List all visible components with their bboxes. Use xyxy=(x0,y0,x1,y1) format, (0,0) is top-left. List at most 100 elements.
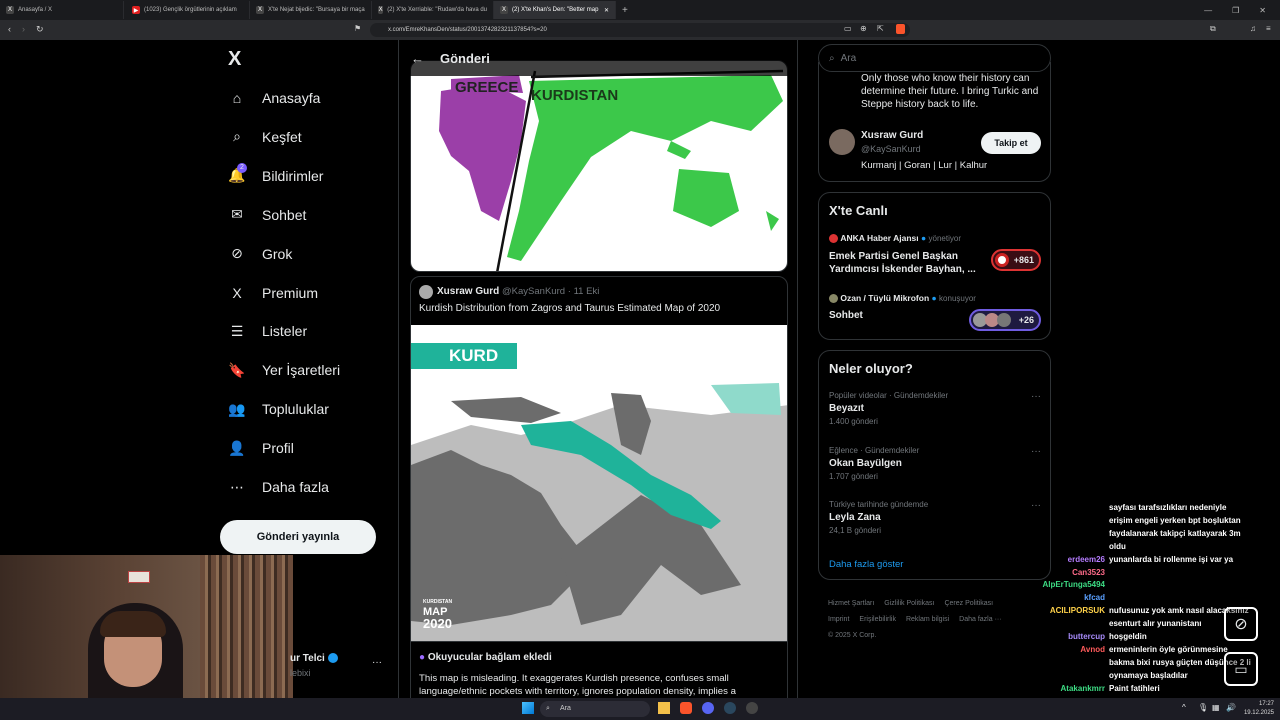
network-icon[interactable]: ▦ xyxy=(1212,703,1220,712)
more-icon: ⋯ xyxy=(230,478,244,495)
sidebar-item-label: Keşfet xyxy=(262,128,302,145)
mail-icon: ✉ xyxy=(231,206,243,223)
tab-youtube[interactable]: ▶ (1023) Gençlik örgütlerinin açıklam xyxy=(126,1,250,19)
footer-link[interactable]: Erişilebilirlik xyxy=(859,616,896,623)
home-icon: ⌂ xyxy=(232,90,242,106)
x-logo[interactable]: X xyxy=(228,48,241,71)
account-handle: lebixi xyxy=(290,668,311,678)
account-name[interactable]: ur Telci xyxy=(290,653,338,664)
sidebar-item-3[interactable]: ✉ Sohbet xyxy=(228,203,306,227)
sidebar-item-6[interactable]: ☰ Listeler xyxy=(228,319,307,343)
share-icon[interactable]: ⇱ xyxy=(877,24,884,33)
zoom-icon[interactable]: ⊕ xyxy=(860,24,867,33)
taskbar-search[interactable]: ⌕ Ara xyxy=(540,701,650,717)
sidebar-item-5[interactable]: X Premium xyxy=(228,281,318,305)
kurd-map-svg xyxy=(411,383,787,641)
verified-icon: ● xyxy=(921,233,927,243)
screen-icon[interactable]: ▭ xyxy=(844,24,852,33)
url-field[interactable]: x.com/EmreKhansDen/status/20013742823211… xyxy=(370,23,910,37)
avatar[interactable] xyxy=(829,129,855,155)
trends-title: Neler oluyor? xyxy=(829,361,913,376)
post-button[interactable]: Gönderi yayınla xyxy=(220,520,376,554)
footer-link[interactable]: Reklam bilgisi xyxy=(906,616,949,623)
footer-link[interactable]: Çerez Politikası xyxy=(944,600,993,607)
follow-name[interactable]: Xusraw Gurd xyxy=(861,130,923,141)
live-item-1-count[interactable]: +861 xyxy=(991,249,1041,271)
extensions-icon[interactable]: ⧉ xyxy=(1210,24,1216,34)
windows-start-icon[interactable] xyxy=(522,702,534,714)
back-arrow-icon[interactable]: ← xyxy=(411,51,424,66)
bookmark-page-icon[interactable]: ⚑ xyxy=(354,24,361,33)
footer-link[interactable]: Daha fazla ··· xyxy=(959,616,1001,623)
verified-icon xyxy=(327,653,338,664)
sidebar-item-label: Profil xyxy=(262,440,294,457)
show-more-link[interactable]: Daha fazla göster xyxy=(829,559,903,570)
live-item-2-count[interactable]: +26 xyxy=(969,309,1041,331)
map-image-2[interactable]: KURD KURDISTAN MAP 2020 xyxy=(411,325,787,641)
folder-icon[interactable] xyxy=(658,702,670,714)
avatar xyxy=(995,253,1009,267)
brave-icon[interactable] xyxy=(680,702,692,714)
sidebar-item-1[interactable]: ⌕ Keşfet xyxy=(228,125,302,149)
trend-meta: Türkiye tarihinde gündemde xyxy=(829,500,929,509)
footer-link[interactable]: Imprint xyxy=(828,616,849,623)
live-item-1-text[interactable]: Emek Partisi Genel Başkan Yardımcısı İsk… xyxy=(829,250,979,276)
reload-icon[interactable]: ↻ xyxy=(36,24,44,35)
quoted-text: Kurdish Distribution from Zagros and Tau… xyxy=(419,303,721,314)
new-tab-button[interactable]: + xyxy=(616,1,634,19)
trend-item[interactable]: Türkiye tarihinde gündemde Leyla Zana 24,1… xyxy=(829,500,1041,546)
tab-khans-den[interactable]: X (2) X'te Khan's Den: "Better map ✕ xyxy=(494,1,616,19)
people-icon: ● xyxy=(419,652,426,663)
clock[interactable]: 17:27 19.12.2025 xyxy=(1240,700,1274,718)
follow-button[interactable]: Takip et xyxy=(981,132,1041,154)
steam-icon[interactable] xyxy=(724,702,736,714)
quoted-post[interactable]: Xusraw Gurd @KaySanKurd · 11 Eki Kurdish… xyxy=(410,276,788,720)
sidebar-item-0[interactable]: ⌂ Anasayfa xyxy=(228,86,321,110)
sidebar-item-9[interactable]: 👤 Profil xyxy=(228,436,294,460)
sidebar-item-4[interactable]: ⊘ Grok xyxy=(228,242,292,266)
trend-item[interactable]: Eğlence · Gündemdekiler Okan Bayülgen 1.70… xyxy=(829,446,1041,492)
island-shape xyxy=(667,141,691,159)
more-icon[interactable]: ··· xyxy=(1031,446,1041,457)
people-icon: 👥 xyxy=(228,400,246,417)
media-icon[interactable]: ♫ xyxy=(1250,24,1256,33)
tab-anasayfa[interactable]: X Anasayfa / X xyxy=(0,1,124,19)
chat-message: sayfası tarafsızlıkları nedeniyle xyxy=(1109,503,1227,512)
window-close-icon[interactable]: ✕ xyxy=(1259,6,1266,15)
close-tab-icon[interactable]: ✕ xyxy=(604,7,609,14)
brave-shield-icon[interactable] xyxy=(896,24,905,34)
sidebar-item-2[interactable]: 🔔 2 Bildirimler xyxy=(228,162,323,188)
minimize-icon[interactable]: — xyxy=(1204,6,1212,15)
volume-icon[interactable]: 🔊 xyxy=(1226,703,1236,712)
x-icon: X xyxy=(378,6,384,14)
sidebar-item-10[interactable]: ⋯ Daha fazla xyxy=(228,475,329,499)
obs-icon[interactable] xyxy=(746,702,758,714)
sidebar-item-7[interactable]: 🔖 Yer İşaretleri xyxy=(228,358,340,382)
trend-meta: Popüler videolar · Gündemdekiler xyxy=(829,391,949,400)
australia-shape xyxy=(673,169,739,227)
browser-tab-bar: X Anasayfa / X ▶ (1023) Gençlik örgütlerin… xyxy=(0,0,1280,20)
discord-icon[interactable] xyxy=(702,702,714,714)
restore-icon[interactable]: ❐ xyxy=(1232,6,1239,15)
back-icon[interactable]: ‹ xyxy=(8,24,11,34)
more-icon[interactable]: ··· xyxy=(1031,391,1041,402)
sidebar-item-8[interactable]: 👥 Topluluklar xyxy=(228,397,329,421)
live-item-2-text[interactable]: Sohbet xyxy=(829,310,863,321)
trend-item[interactable]: Popüler videolar · Gündemdekiler Beyazıt 1… xyxy=(829,391,1041,437)
map-image-1[interactable]: GREECE KURDISTAN xyxy=(410,60,788,272)
x-icon: X xyxy=(232,284,242,301)
account-more-icon[interactable]: ··· xyxy=(372,657,382,668)
map-banner: KURD xyxy=(411,343,517,369)
footer-link[interactable]: Gizlilik Politikası xyxy=(884,600,934,607)
more-icon[interactable]: ··· xyxy=(1031,500,1041,511)
forward-icon[interactable]: › xyxy=(22,24,25,34)
tab-xerriable[interactable]: X (2) X'te Xerriable: "Rudaw'da hava du xyxy=(372,1,494,19)
mic-icon[interactable]: 🎙 xyxy=(1198,703,1208,712)
main-column: ← Gönderi GREECE KURDISTAN Xusraw Gurd @… xyxy=(398,40,798,720)
footer-link[interactable]: Hizmet Şartları xyxy=(828,600,874,607)
notification-badge: 2 xyxy=(237,162,247,173)
avatar xyxy=(997,313,1011,327)
tray-chevron-icon[interactable]: ^ xyxy=(1182,703,1186,712)
menu-icon[interactable]: ≡ xyxy=(1266,24,1271,33)
tab-nejat[interactable]: X X'te Nejat bijedic: "Bursaya bir maça xyxy=(250,1,372,19)
